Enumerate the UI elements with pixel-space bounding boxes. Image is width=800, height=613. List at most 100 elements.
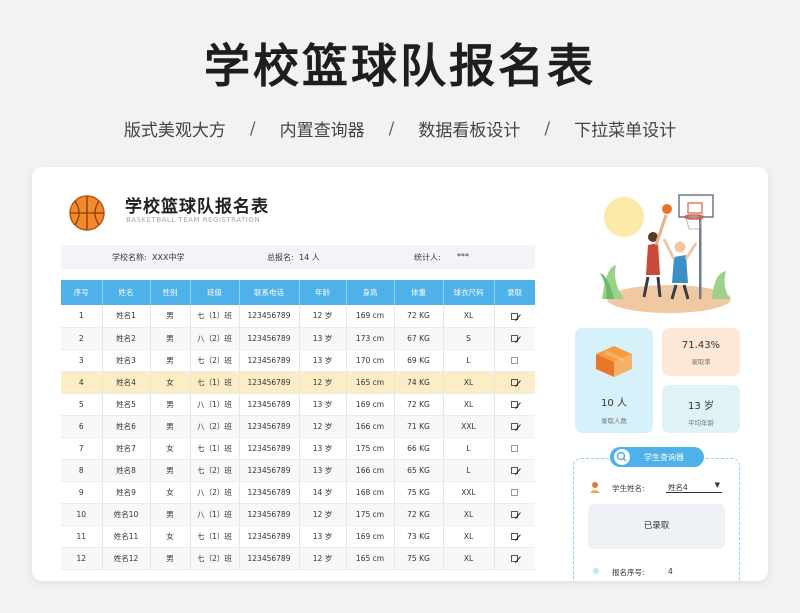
- checked-checkbox[interactable]: [511, 312, 518, 320]
- table-row[interactable]: 11 姓名11 女七（1）班 123456789 13 岁 169 cm 73 KG XL: [61, 525, 535, 548]
- cell-no: 12: [61, 547, 103, 570]
- cell-age: 14 岁: [299, 481, 347, 504]
- table-row[interactable]: 1 姓名1 男七（1）班 123456789 12 岁 169 cm 72 KG XL: [61, 305, 535, 328]
- cell-weight: 65 KG: [394, 459, 444, 482]
- school-label: 学校名称:: [112, 253, 147, 262]
- student-query-header: 学生查询器: [610, 447, 704, 467]
- cell-phone: 123456789: [239, 349, 300, 372]
- student-name-label: 学生姓名:: [612, 484, 645, 493]
- average-age-card: 13 岁 平均年龄: [662, 385, 740, 433]
- cell-gender: 男: [150, 503, 191, 526]
- column-header[interactable]: 体重: [394, 280, 444, 305]
- unchecked-checkbox[interactable]: [511, 357, 518, 364]
- student-name-select[interactable]: 姓名4 ▼: [666, 481, 722, 493]
- enroll-rate-label: 录取率: [691, 358, 711, 366]
- reg-number-label: 报名序号:: [612, 568, 645, 577]
- tagline-separator: /: [249, 118, 256, 139]
- cell-weight: 75 KG: [394, 547, 444, 570]
- cell-admitted: [494, 481, 535, 504]
- cell-weight: 74 KG: [394, 371, 444, 394]
- cell-height: 166 cm: [346, 459, 395, 482]
- table-row[interactable]: 6 姓名6 男八（2）班 123456789 12 岁 166 cm 71 KG XXL: [61, 415, 535, 438]
- enrolled-value: 10 人: [601, 398, 627, 409]
- column-header[interactable]: 年龄: [299, 280, 347, 305]
- checked-checkbox[interactable]: [511, 511, 518, 518]
- column-header[interactable]: 球衣尺码: [443, 280, 495, 305]
- cell-size: L: [443, 437, 495, 460]
- stat-person-label: 统计人:: [414, 253, 441, 262]
- table-row[interactable]: 3 姓名3 男七（2）班 123456789 13 岁 170 cm 69 KG L: [61, 349, 535, 372]
- cell-height: 173 cm: [346, 327, 395, 350]
- column-header[interactable]: 性别: [150, 280, 191, 305]
- column-header[interactable]: 身高: [346, 280, 395, 305]
- cell-name: 姓名8: [102, 459, 151, 482]
- total-value: 14 人: [299, 253, 320, 262]
- enroll-rate-card: 71.43% 录取率: [662, 328, 740, 376]
- cell-gender: 男: [150, 547, 191, 570]
- cell-class: 七（2）班: [190, 349, 240, 372]
- table-row[interactable]: 10 姓名10 男八（1）班 123456789 12 岁 175 cm 72 KG XL: [61, 503, 535, 526]
- cell-phone: 123456789: [239, 547, 300, 570]
- cell-age: 13 岁: [299, 459, 347, 482]
- student-name-value: 姓名4: [668, 483, 688, 492]
- cell-name: 姓名2: [102, 327, 151, 350]
- cell-no: 1: [61, 305, 103, 328]
- cell-size: XL: [443, 305, 495, 328]
- cell-age: 12 岁: [299, 503, 347, 526]
- cell-admitted: [494, 547, 535, 570]
- checked-checkbox[interactable]: [511, 423, 518, 430]
- cell-no: 5: [61, 393, 103, 416]
- cell-phone: 123456789: [239, 305, 300, 328]
- table-row[interactable]: 4 姓名4 女七（1）班 123456789 12 岁 165 cm 74 KG XL: [61, 371, 535, 394]
- cell-height: 166 cm: [346, 415, 395, 438]
- cell-phone: 123456789: [239, 481, 300, 504]
- cell-admitted: [494, 459, 535, 482]
- checked-checkbox[interactable]: [511, 555, 518, 562]
- cell-name: 姓名6: [102, 415, 151, 438]
- registration-sheet: 学校篮球队报名表 BASKETBALL TEAM REGISTRATION 学校…: [32, 167, 768, 581]
- cell-class: 七（2）班: [190, 459, 240, 482]
- table-row[interactable]: 8 姓名8 男七（2）班 123456789 13 岁 166 cm 65 KG L: [61, 459, 535, 482]
- table-row[interactable]: 2 姓名2 男八（2）班 123456789 13 岁 173 cm 67 KG S: [61, 327, 535, 350]
- total-label: 总报名:: [267, 253, 294, 262]
- cell-weight: 72 KG: [394, 305, 444, 328]
- checked-checkbox[interactable]: [511, 401, 518, 408]
- unchecked-checkbox[interactable]: [511, 445, 518, 452]
- table-row[interactable]: 9 姓名9 女八（2）班 123456789 14 岁 168 cm 75 KG XXL: [61, 481, 535, 504]
- table-row[interactable]: 12 姓名12 男七（2）班 123456789 12 岁 165 cm 75 KG XL: [61, 547, 535, 570]
- table-row[interactable]: 5 姓名5 男八（1）班 123456789 13 岁 169 cm 72 KG XL: [61, 393, 535, 416]
- cell-phone: 123456789: [239, 459, 300, 482]
- checked-checkbox[interactable]: [511, 379, 518, 386]
- column-header[interactable]: 录取: [494, 280, 535, 305]
- cell-size: XXL: [443, 415, 495, 438]
- cell-class: 八（2）班: [190, 415, 240, 438]
- table-row[interactable]: 7 姓名7 女七（1）班 123456789 13 岁 175 cm 66 KG L: [61, 437, 535, 460]
- cell-weight: 73 KG: [394, 525, 444, 548]
- cell-class: 八（1）班: [190, 393, 240, 416]
- column-header[interactable]: 序号: [61, 280, 103, 305]
- cell-age: 13 岁: [299, 327, 347, 350]
- cell-size: L: [443, 349, 495, 372]
- cell-height: 168 cm: [346, 481, 395, 504]
- cell-age: 12 岁: [299, 547, 347, 570]
- sheet-subtitle: BASKETBALL TEAM REGISTRATION: [126, 216, 261, 224]
- cell-size: L: [443, 459, 495, 482]
- checked-checkbox[interactable]: [511, 335, 518, 342]
- column-header[interactable]: 姓名: [102, 280, 151, 305]
- cell-name: 姓名3: [102, 349, 151, 372]
- cell-age: 13 岁: [299, 393, 347, 416]
- unchecked-checkbox[interactable]: [511, 489, 518, 496]
- cell-class: 七（1）班: [190, 305, 240, 328]
- column-header[interactable]: 联系电话: [239, 280, 300, 305]
- column-header[interactable]: 班级: [190, 280, 240, 305]
- checked-checkbox[interactable]: [511, 467, 518, 474]
- checked-checkbox[interactable]: [511, 533, 518, 540]
- cell-size: XXL: [443, 481, 495, 504]
- cell-class: 七（1）班: [190, 371, 240, 394]
- cell-weight: 75 KG: [394, 481, 444, 504]
- cell-weight: 71 KG: [394, 415, 444, 438]
- cell-age: 13 岁: [299, 525, 347, 548]
- stat-person-value[interactable]: ***: [457, 252, 469, 261]
- cell-phone: 123456789: [239, 437, 300, 460]
- school-value[interactable]: XXX中学: [152, 252, 184, 263]
